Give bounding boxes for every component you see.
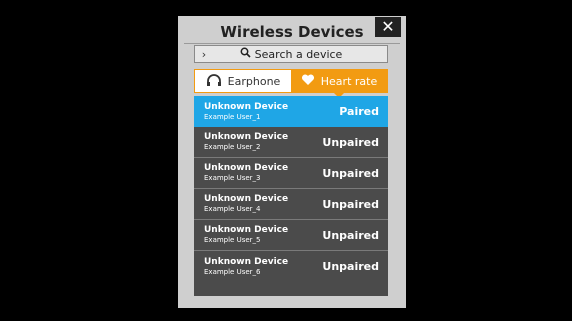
tab-heart-rate[interactable]: Heart rate [291, 70, 387, 98]
device-status: Unpaired [322, 228, 379, 242]
device-status: Unpaired [322, 135, 379, 149]
headphones-icon [206, 73, 222, 89]
device-row[interactable]: Unknown Device Example User_3 Unpaired [194, 158, 388, 189]
close-button[interactable]: ✕ [375, 17, 401, 37]
device-user: Example User_4 [204, 205, 261, 213]
device-row[interactable]: Unknown Device Example User_6 Unpaired [194, 251, 388, 282]
device-status: Unpaired [322, 197, 379, 211]
tab-earphone-label: Earphone [227, 74, 281, 88]
device-type-tabs: Earphone Heart rate [194, 69, 388, 98]
device-row[interactable]: Unknown Device Example User_4 Unpaired [194, 189, 388, 220]
device-name: Unknown Device [204, 256, 289, 267]
title-divider [184, 43, 400, 44]
device-name: Unknown Device [204, 225, 289, 235]
device-name: Unknown Device [204, 132, 289, 142]
tab-heart-rate-label: Heart rate [320, 74, 378, 88]
heart-icon [301, 73, 315, 89]
device-name: Unknown Device [204, 163, 289, 173]
device-user: Example User_2 [204, 143, 261, 151]
device-user: Example User_5 [204, 236, 261, 244]
device-row[interactable]: Unknown Device Example User_5 Unpaired [194, 220, 388, 251]
device-status: Unpaired [322, 166, 379, 180]
search-label: Search a device [254, 47, 343, 61]
dialog-title: Wireless Devices [220, 23, 364, 41]
wireless-devices-dialog: Wireless Devices ✕ › Search a device Ear… [178, 16, 406, 308]
device-user: Example User_6 [204, 267, 261, 276]
chevron-right-icon: › [201, 47, 207, 61]
device-user: Example User_1 [204, 112, 261, 121]
search-device-button[interactable]: › Search a device [194, 45, 388, 63]
device-row[interactable]: Unknown Device Example User_1 Paired [194, 96, 388, 127]
device-status: Paired [339, 105, 379, 118]
search-icon [240, 47, 251, 61]
tab-earphone[interactable]: Earphone [195, 70, 291, 92]
device-name: Unknown Device [204, 194, 289, 204]
device-name: Unknown Device [204, 101, 289, 112]
device-user: Example User_3 [204, 174, 261, 182]
device-list: Unknown Device Example User_1 Paired Unk… [194, 96, 388, 296]
device-status: Unpaired [322, 260, 379, 273]
close-icon: ✕ [381, 17, 395, 36]
device-row[interactable]: Unknown Device Example User_2 Unpaired [194, 127, 388, 158]
